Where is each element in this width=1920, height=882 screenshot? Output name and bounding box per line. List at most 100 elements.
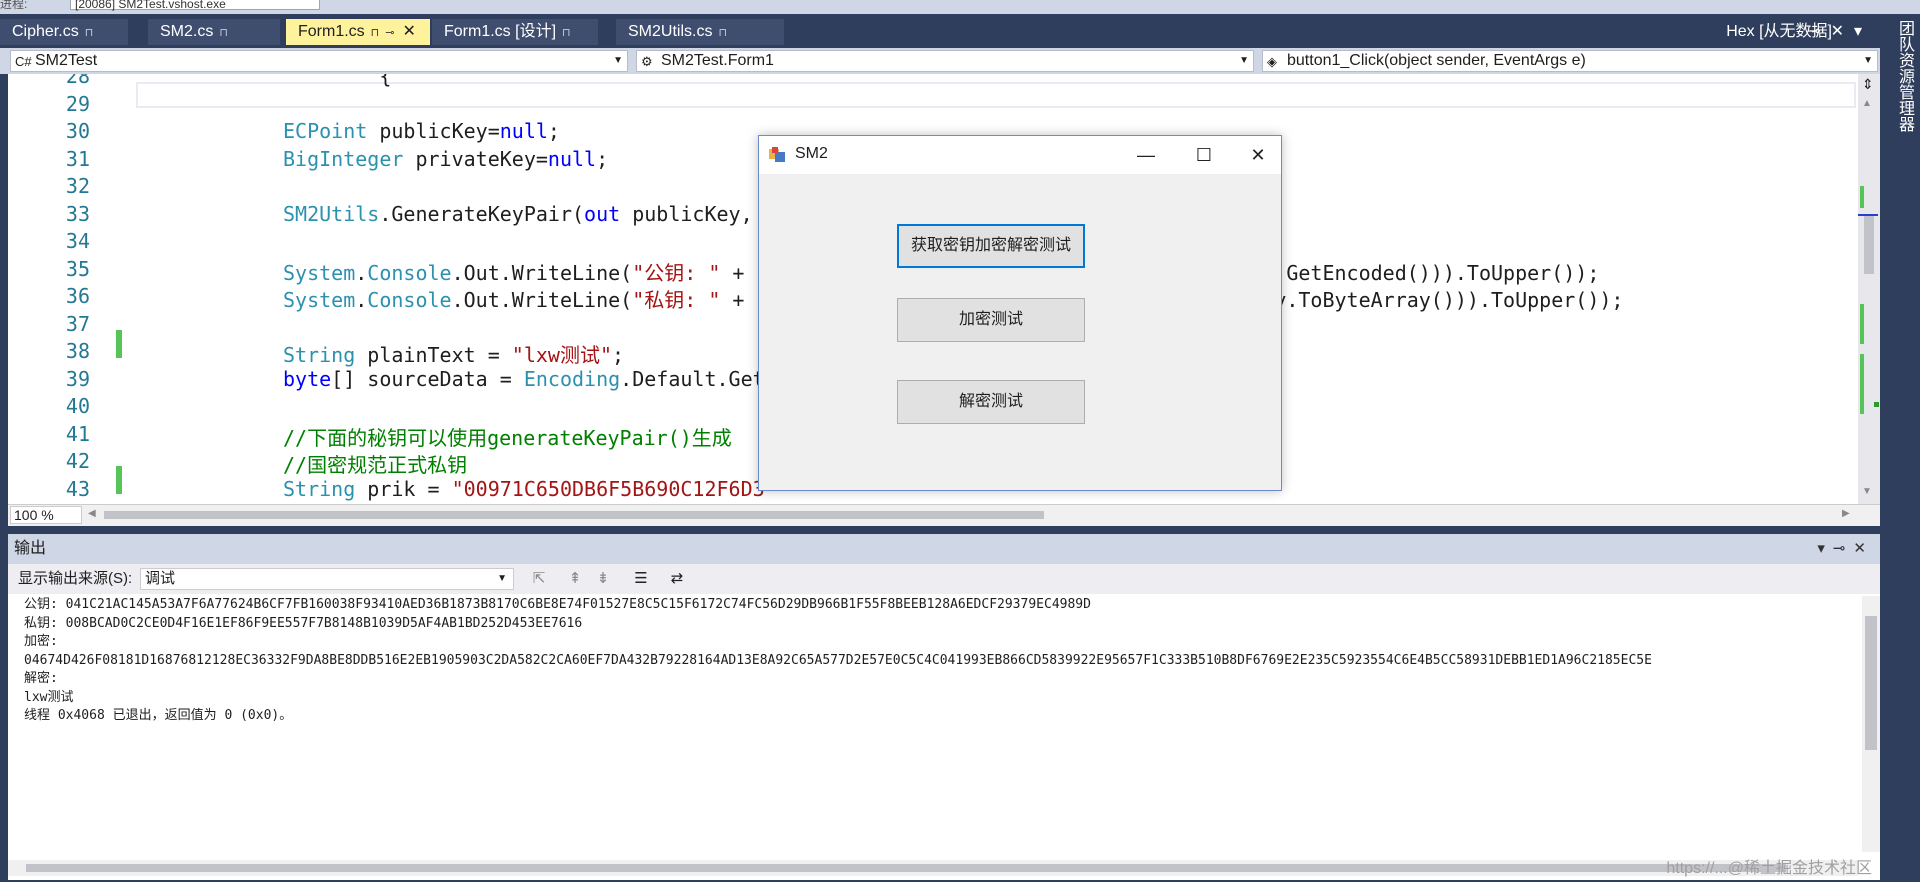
- line-number: 31: [65, 146, 90, 171]
- pin-icon[interactable]: ⊓: [718, 27, 727, 39]
- line-number: 37: [65, 311, 90, 336]
- clear-all-icon[interactable]: ☰: [630, 568, 652, 590]
- line-number: 34: [65, 229, 90, 253]
- code-line: BigInteger privateKey=null;: [283, 146, 609, 171]
- class-label: SM2Test.Form1: [661, 52, 774, 69]
- close-tab-icon[interactable]: ✕: [402, 23, 415, 40]
- line-number: 40: [65, 394, 90, 418]
- output-window-controls: ▾⊸✕: [1817, 534, 1874, 564]
- tab-bar-controls: ⊸✕▾: [1807, 19, 1872, 45]
- watermark: https://...@稀土掘金技术社区: [1666, 860, 1872, 877]
- member-dropdown[interactable]: ◈ button1_Click(object sender, EventArgs …: [1262, 50, 1878, 72]
- pushpin-icon[interactable]: ⊸: [1807, 23, 1830, 40]
- dialog-titlebar[interactable]: SM2 — ☐ ✕: [759, 136, 1281, 174]
- line-number: 28: [65, 74, 90, 88]
- csharp-project-icon: C#: [15, 54, 32, 69]
- output-text: 公钥: 041C21AC145A53A7F6A77624B6CF7FB16003…: [24, 597, 1652, 723]
- line-number: 35: [65, 256, 90, 281]
- change-marker: [1860, 304, 1864, 344]
- process-dropdown[interactable]: [20086] SM2Test.vshost.exe: [70, 0, 320, 11]
- output-hscroll-thumb[interactable]: [26, 864, 1786, 872]
- close-button[interactable]: ✕: [1231, 136, 1285, 174]
- dialog-title: SM2: [795, 145, 828, 162]
- method-icon: ◈: [1267, 54, 1277, 69]
- word-wrap-icon[interactable]: ⇄: [666, 568, 688, 590]
- chevron-down-icon: ▼: [613, 55, 623, 66]
- tab-sm2utils-cs[interactable]: SM2Utils.cs ⊓: [616, 19, 784, 45]
- zoom-dropdown[interactable]: 100 %: [10, 506, 82, 524]
- line-number: 42: [65, 449, 90, 473]
- line-number: 39: [65, 366, 90, 391]
- team-explorer-tab[interactable]: 团队资源管理器: [1888, 20, 1916, 132]
- chevron-down-icon: ▼: [497, 573, 507, 584]
- line-number: 33: [65, 201, 90, 226]
- tab-form1-cs[interactable]: Form1.cs ⊓ ⊸ ✕: [286, 19, 430, 45]
- change-marker: [1874, 402, 1879, 407]
- scroll-right-icon[interactable]: ▶: [1842, 508, 1850, 519]
- sm2-dialog: SM2 — ☐ ✕ 获取密钥加密解密测试 加密测试 解密测试: [758, 135, 1282, 491]
- tab-form1-designer[interactable]: Form1.cs [设计] ⊓: [432, 19, 598, 45]
- encrypt-test-button[interactable]: 加密测试: [897, 298, 1085, 342]
- project-label: SM2Test: [35, 52, 98, 69]
- keygen-encrypt-decrypt-test-button[interactable]: 获取密钥加密解密测试: [897, 224, 1085, 268]
- minimize-button[interactable]: —: [1119, 136, 1173, 174]
- tab-label: Cipher.cs: [12, 23, 79, 40]
- scroll-up-icon[interactable]: ▲: [1862, 98, 1872, 109]
- pin-icon[interactable]: ⊓: [85, 27, 94, 39]
- scroll-left-icon[interactable]: ◀: [88, 508, 96, 519]
- previous-message-icon[interactable]: ⇞: [564, 568, 586, 590]
- code-line: //国密规范正式私钥: [283, 453, 468, 477]
- chevron-down-icon[interactable]: ▾: [1817, 540, 1833, 557]
- horizontal-scroll-thumb[interactable]: [104, 511, 1044, 519]
- change-marker: [1860, 186, 1864, 208]
- code-line: SM2Utils.GenerateKeyPair(out publicKey,: [283, 201, 753, 226]
- document-tab-bar: Cipher.cs ⊓ SM2.cs ⊓ Form1.cs ⊓ ⊸ ✕ Form1.cs …: [0, 19, 1880, 45]
- tab-sm2-cs[interactable]: SM2.cs ⊓: [148, 19, 280, 45]
- source-value: 调试: [145, 570, 176, 587]
- tab-cipher-cs[interactable]: Cipher.cs ⊓: [0, 19, 128, 45]
- line-number: 32: [65, 174, 90, 198]
- chevron-down-icon: ▼: [1239, 55, 1249, 66]
- pin-icon[interactable]: ⊓: [562, 27, 571, 39]
- find-message-icon[interactable]: ⇱: [528, 568, 550, 590]
- side-panel: [1886, 14, 1920, 882]
- line-number: 36: [65, 284, 90, 308]
- close-icon[interactable]: ✕: [1831, 23, 1854, 40]
- code-line: String prik = "00971C650DB6F5B690C12F6D3: [283, 476, 765, 501]
- code-line: String plainText = "lxw测试";: [283, 343, 625, 367]
- navigation-bar: C# SM2Test ▼ ⚙ SM2Test.Form1 ▼ ◈ button1_Clic…: [0, 48, 1880, 74]
- close-icon[interactable]: ✕: [1853, 540, 1874, 557]
- line-number: 30: [65, 119, 90, 143]
- line-number: 38: [65, 339, 90, 363]
- editor-vertical-scrollbar[interactable]: ⇕ ▲ ▼: [1858, 74, 1880, 504]
- pin-icon[interactable]: ⊓: [219, 27, 228, 39]
- class-icon: ⚙: [641, 54, 653, 69]
- tab-label: SM2.cs: [160, 23, 214, 40]
- member-label: button1_Click(object sender, EventArgs e…: [1287, 52, 1586, 69]
- scroll-down-icon[interactable]: ▼: [1862, 486, 1872, 497]
- code-line: byte[] sourceData = Encoding.Default.Get: [283, 366, 765, 391]
- output-source-dropdown[interactable]: 调试 ▼: [140, 568, 514, 590]
- code-line: {: [283, 74, 392, 88]
- process-label: 进程:: [0, 0, 28, 11]
- code-line: ECPoint publicKey=null;: [283, 119, 560, 143]
- output-scroll-thumb[interactable]: [1865, 616, 1877, 750]
- app-icon: [769, 147, 785, 162]
- change-marker: [1860, 354, 1864, 414]
- line-number: 29: [65, 91, 90, 116]
- split-icon[interactable]: ⇕: [1862, 76, 1874, 93]
- pushpin-icon[interactable]: ⊸: [385, 27, 394, 39]
- class-dropdown[interactable]: ⚙ SM2Test.Form1 ▼: [636, 50, 1254, 72]
- decrypt-test-button[interactable]: 解密测试: [897, 380, 1085, 424]
- source-label: 显示输出来源(S):: [18, 570, 133, 587]
- scroll-thumb[interactable]: [1864, 214, 1874, 274]
- project-dropdown[interactable]: C# SM2Test ▼: [10, 50, 628, 72]
- maximize-button[interactable]: ☐: [1177, 136, 1231, 174]
- line-number: 43: [65, 476, 90, 501]
- next-message-icon[interactable]: ⇟: [592, 568, 614, 590]
- chevron-down-icon[interactable]: ▾: [1854, 23, 1872, 40]
- pin-icon[interactable]: ⊓: [371, 27, 380, 39]
- chevron-down-icon: ▼: [1863, 55, 1873, 66]
- pushpin-icon[interactable]: ⊸: [1833, 540, 1854, 557]
- tab-label: Form1.cs [设计]: [444, 23, 557, 40]
